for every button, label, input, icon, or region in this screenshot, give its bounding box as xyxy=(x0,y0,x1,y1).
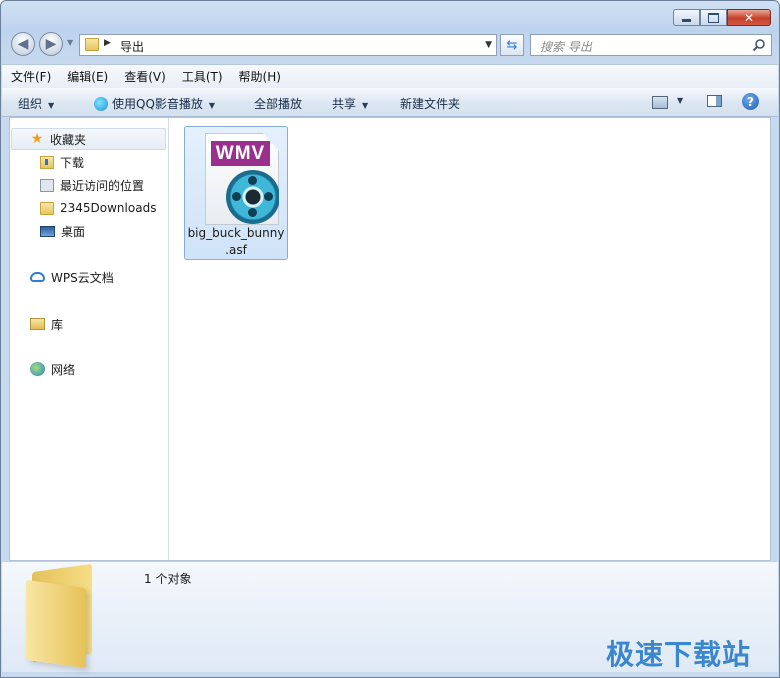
nav-favorites-label: 收藏夹 xyxy=(50,132,87,147)
forward-arrow-icon: ▶ xyxy=(45,36,57,52)
cloud-icon xyxy=(30,272,45,282)
command-bar: 组织 ▼ 使用QQ影音播放 ▼ 全部播放 共享 ▼ 新建文件夹 ▼ ? xyxy=(2,88,778,117)
details-pane: 1 个对象 极速下载站 xyxy=(2,561,778,672)
nav-downloads[interactable]: 下载 xyxy=(40,152,84,172)
maximize-button[interactable] xyxy=(700,9,727,26)
help-icon[interactable]: ? xyxy=(742,93,759,110)
nav-desktop-label: 桌面 xyxy=(61,224,86,239)
navigation-row: ◀ ▶ ▼ ▶ 导出 ▼ ⇆ 搜索 导出 xyxy=(9,32,772,58)
new-folder-button[interactable]: 新建文件夹 xyxy=(400,95,460,112)
breadcrumb-current[interactable]: 导出 xyxy=(120,38,144,55)
forward-button[interactable]: ▶ xyxy=(39,32,63,56)
library-icon xyxy=(30,318,45,330)
address-dropdown-icon[interactable]: ▼ xyxy=(485,40,492,50)
close-button[interactable]: ✕ xyxy=(727,9,771,26)
nav-recent-places[interactable]: 最近访问的位置 xyxy=(40,175,144,195)
watermark-logo: 极速下载站 xyxy=(606,638,752,671)
menu-tools[interactable]: 工具(T) xyxy=(182,68,223,85)
share-button[interactable]: 共享 ▼ xyxy=(332,95,368,112)
nav-library[interactable]: 库 xyxy=(30,314,63,334)
menu-view[interactable]: 查看(V) xyxy=(124,68,166,85)
share-label: 共享 xyxy=(332,97,357,111)
breadcrumb-separator-icon[interactable]: ▶ xyxy=(104,38,111,48)
file-name-extension: .asf xyxy=(225,243,247,257)
nav-favorites[interactable]: ★ 收藏夹 xyxy=(30,129,86,149)
downloads-folder-icon xyxy=(40,155,54,169)
play-with-qq-label: 使用QQ影音播放 xyxy=(112,97,203,111)
menu-help[interactable]: 帮助(H) xyxy=(239,68,281,85)
window-caption-buttons: ✕ xyxy=(673,9,771,27)
reel-hole xyxy=(264,192,273,201)
nav-wps-label: WPS云文档 xyxy=(51,270,114,285)
back-button[interactable]: ◀ xyxy=(11,32,35,56)
menu-file[interactable]: 文件(F) xyxy=(11,68,51,85)
chevron-down-icon: ▼ xyxy=(48,101,55,110)
qq-player-icon xyxy=(94,97,108,111)
folder-icon xyxy=(40,201,54,215)
nav-2345downloads[interactable]: 2345Downloads xyxy=(40,198,156,218)
preview-pane-icon[interactable] xyxy=(707,95,722,107)
search-box[interactable]: 搜索 导出 xyxy=(530,34,772,56)
play-with-qq-button[interactable]: 使用QQ影音播放 ▼ xyxy=(94,95,215,112)
star-icon: ★ xyxy=(30,131,44,147)
nav-downloads-label: 下载 xyxy=(60,155,85,170)
recent-pages-dropdown[interactable]: ▼ xyxy=(67,38,73,47)
menu-bar: 文件(F) 编辑(E) 查看(V) 工具(T) 帮助(H) xyxy=(2,64,778,88)
nav-2345downloads-label: 2345Downloads xyxy=(60,201,157,215)
explorer-window: ✕ ◀ ▶ ▼ ▶ 导出 ▼ ⇆ 搜索 导出 文件(F) 编辑(E) 查看(V)… xyxy=(0,0,780,678)
recent-places-icon xyxy=(40,178,54,192)
file-item[interactable]: WMV big_buck_bunny .asf xyxy=(184,126,288,260)
organize-label: 组织 xyxy=(18,97,43,111)
view-options-dropdown-icon[interactable]: ▼ xyxy=(677,96,683,105)
play-all-button[interactable]: 全部播放 xyxy=(254,95,302,112)
content-area: ★ 收藏夹 下载 最近访问的位置 2345Downloads 桌面 WPS云文档… xyxy=(9,117,771,561)
address-bar[interactable]: ▶ 导出 ▼ xyxy=(79,34,497,56)
file-name-stem: big_buck_bunny xyxy=(187,226,285,240)
nav-desktop[interactable]: 桌面 xyxy=(40,221,85,241)
navigation-pane: ★ 收藏夹 下载 最近访问的位置 2345Downloads 桌面 WPS云文档… xyxy=(10,118,169,560)
search-icon[interactable] xyxy=(752,38,766,52)
menu-edit[interactable]: 编辑(E) xyxy=(67,68,108,85)
reel-hole xyxy=(232,192,241,201)
chevron-down-icon: ▼ xyxy=(362,101,369,110)
film-reel-icon xyxy=(226,170,279,224)
reel-hole xyxy=(248,208,257,217)
refresh-button[interactable]: ⇆ xyxy=(500,34,524,56)
refresh-icon: ⇆ xyxy=(506,37,518,53)
nav-recent-label: 最近访问的位置 xyxy=(60,178,145,193)
change-view-icon[interactable] xyxy=(652,96,668,109)
back-arrow-icon: ◀ xyxy=(17,36,29,52)
nav-network-label: 网络 xyxy=(51,362,76,377)
reel-hole xyxy=(248,176,257,185)
desktop-icon xyxy=(40,225,55,237)
folder-front-shape xyxy=(26,579,86,669)
item-count: 1 个对象 xyxy=(144,572,192,586)
maximize-icon xyxy=(708,12,719,23)
video-file-icon: WMV xyxy=(205,133,279,225)
nav-library-label: 库 xyxy=(51,317,64,332)
search-input[interactable]: 搜索 导出 xyxy=(540,38,592,55)
close-icon: ✕ xyxy=(743,10,755,25)
nav-network[interactable]: 网络 xyxy=(30,359,75,379)
minimize-button[interactable] xyxy=(673,9,700,26)
folder-icon xyxy=(85,38,99,51)
minimize-icon xyxy=(682,19,691,22)
nav-wps-cloud[interactable]: WPS云文档 xyxy=(30,267,114,287)
file-name: big_buck_bunny .asf xyxy=(185,225,287,259)
folder-large-icon xyxy=(26,563,96,669)
wmv-badge: WMV xyxy=(211,141,270,166)
network-icon xyxy=(30,362,45,376)
chevron-down-icon: ▼ xyxy=(208,101,216,110)
organize-button[interactable]: 组织 ▼ xyxy=(18,95,54,112)
